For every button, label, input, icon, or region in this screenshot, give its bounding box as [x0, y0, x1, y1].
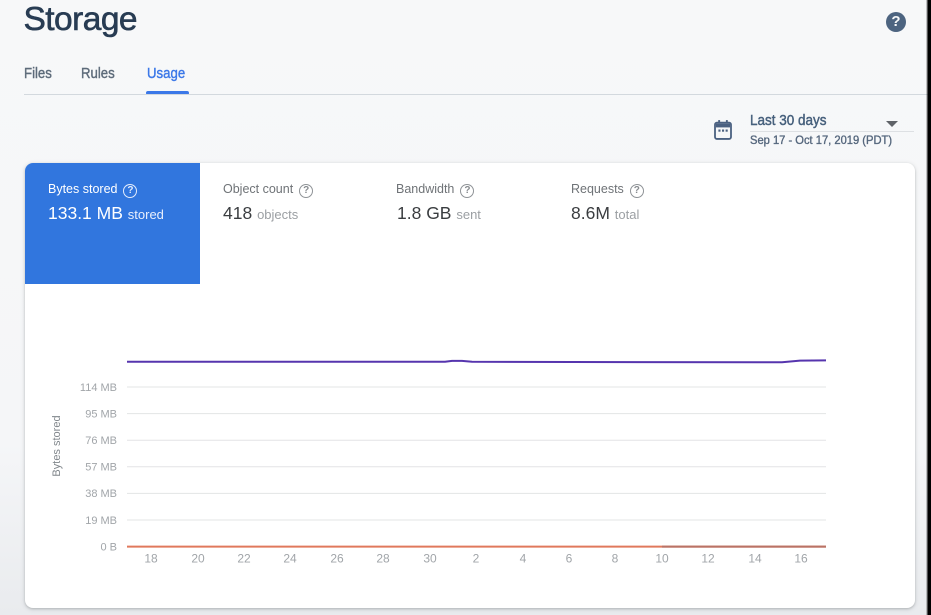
- svg-text:6: 6: [566, 552, 573, 566]
- svg-text:16: 16: [794, 552, 808, 566]
- svg-text:26: 26: [330, 552, 344, 566]
- svg-text:14: 14: [748, 552, 762, 566]
- svg-text:114 MB: 114 MB: [80, 382, 117, 394]
- svg-text:2: 2: [473, 552, 480, 566]
- svg-text:Bytes stored: Bytes stored: [51, 415, 63, 476]
- svg-text:4: 4: [520, 552, 527, 566]
- svg-text:12: 12: [701, 552, 715, 566]
- svg-text:57 MB: 57 MB: [85, 462, 117, 474]
- svg-text:18: 18: [144, 552, 158, 566]
- svg-text:24: 24: [283, 552, 297, 566]
- svg-text:10: 10: [655, 552, 669, 566]
- svg-text:76 MB: 76 MB: [85, 435, 117, 447]
- svg-text:8: 8: [612, 552, 619, 566]
- svg-text:0 B: 0 B: [100, 541, 117, 553]
- svg-text:28: 28: [376, 552, 390, 566]
- svg-text:30: 30: [423, 552, 437, 566]
- svg-text:20: 20: [191, 552, 205, 566]
- svg-text:19 MB: 19 MB: [85, 515, 117, 527]
- svg-text:38 MB: 38 MB: [85, 488, 117, 500]
- svg-text:22: 22: [237, 552, 251, 566]
- svg-text:95 MB: 95 MB: [85, 408, 117, 420]
